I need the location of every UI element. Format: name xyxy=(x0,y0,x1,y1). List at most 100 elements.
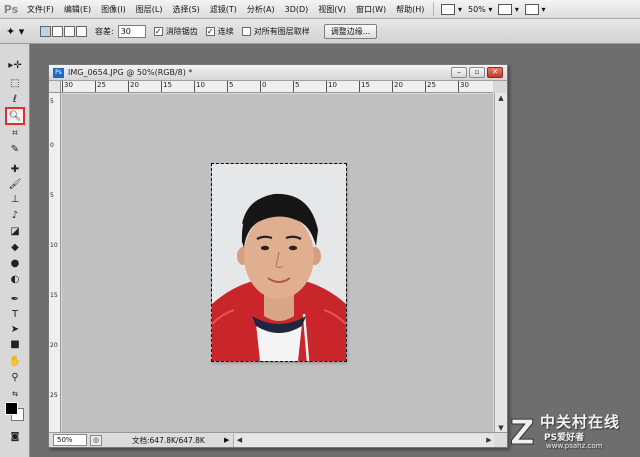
screen-mode-button[interactable]: ▾ xyxy=(438,2,465,17)
ruler-tick-label: 10 xyxy=(50,242,58,249)
menu-window[interactable]: 窗口(W) xyxy=(351,0,391,19)
document-canvas[interactable] xyxy=(62,94,493,433)
document-titlebar[interactable]: Ps IMG_0654.JPG @ 50%(RGB/8) * – ▫ ✕ xyxy=(49,65,507,81)
ruler-origin[interactable] xyxy=(49,81,61,93)
quick-mask-icon[interactable]: ◙ xyxy=(6,429,24,444)
foreground-color-swatch[interactable] xyxy=(5,402,18,415)
blur-icon[interactable]: ● xyxy=(6,256,24,271)
ruler-tick-label: 20 xyxy=(128,81,139,92)
ruler-tick-label: 30 xyxy=(458,81,469,92)
ruler-tick-label: 0 xyxy=(50,142,54,149)
minimize-button[interactable]: – xyxy=(451,67,467,78)
arrange-icon xyxy=(498,3,513,15)
eraser-icon[interactable]: ◪ xyxy=(6,224,24,239)
tolerance-input[interactable]: 30 xyxy=(117,24,146,38)
ruler-tick-label: 10 xyxy=(326,81,337,92)
scroll-left-icon[interactable]: ◀ xyxy=(234,435,244,445)
dodge-icon[interactable]: ◐ xyxy=(6,272,24,287)
menu-layer[interactable]: 图层(L) xyxy=(131,0,168,19)
magic-wand-icon: 🔍︎ xyxy=(8,110,22,122)
ruler-tick-label: 30 xyxy=(62,81,73,92)
sample-all-layers-checkbox[interactable]: 对所有图层取样 xyxy=(241,26,310,37)
ruler-tick-label: 5 xyxy=(292,81,300,92)
checkbox-unchecked-icon xyxy=(241,26,251,36)
menu-filter[interactable]: 滤镜(T) xyxy=(205,0,242,19)
vertical-scrollbar[interactable]: ▲ ▼ xyxy=(494,93,507,433)
extras-button[interactable]: ▾ xyxy=(522,2,549,17)
lasso-icon[interactable]: ℓ xyxy=(6,92,24,107)
swap-colors-icon[interactable]: ⇆ xyxy=(6,386,24,401)
sample-all-label: 对所有图层取样 xyxy=(253,26,310,36)
ruler-tick-label: 25 xyxy=(95,81,106,92)
vertical-ruler[interactable]: 5 0 5 10 15 20 25 xyxy=(49,93,61,433)
clone-stamp-icon[interactable]: ⊥ xyxy=(6,192,24,207)
brush-icon[interactable]: 🖌︎ xyxy=(6,177,24,192)
history-brush-icon[interactable]: ♪ xyxy=(6,208,24,223)
checkbox-checked-icon: ✓ xyxy=(153,26,163,36)
status-menu-arrow-icon[interactable]: ▶ xyxy=(224,436,229,444)
watermark-chinese-text: 中关村在线 xyxy=(540,413,621,431)
menu-image[interactable]: 图像(I) xyxy=(96,0,131,19)
screen-mode-icon xyxy=(441,3,456,15)
checkbox-checked-icon: ✓ xyxy=(205,26,215,36)
marquee-icon[interactable]: ⬚ xyxy=(6,76,24,91)
ruler-tick-label: 10 xyxy=(194,81,205,92)
scroll-up-icon[interactable]: ▲ xyxy=(496,93,506,103)
add-selection-icon[interactable] xyxy=(52,25,63,37)
zoom-icon[interactable]: ⚲ xyxy=(6,370,24,385)
restore-button[interactable]: ▫ xyxy=(469,67,485,78)
new-selection-icon[interactable] xyxy=(40,25,51,37)
arrange-documents-button[interactable]: ▾ xyxy=(495,2,522,17)
menu-bar: Ps 文件(F) 编辑(E) 图像(I) 图层(L) 选择(S) 滤镜(T) 分… xyxy=(0,0,640,19)
pen-icon[interactable]: ✒ xyxy=(6,292,24,307)
move-icon[interactable]: ▸✛ xyxy=(6,58,24,73)
hand-icon[interactable]: ✋ xyxy=(6,354,24,369)
menu-file[interactable]: 文件(F) xyxy=(22,0,59,19)
portrait-photo[interactable] xyxy=(212,164,346,361)
refine-edge-button[interactable]: 调整边缘... xyxy=(323,23,378,39)
contiguous-checkbox[interactable]: ✓ 连续 xyxy=(205,26,234,37)
menu-select[interactable]: 选择(S) xyxy=(167,0,204,19)
shape-icon[interactable]: ■ xyxy=(6,337,24,352)
document-size-info: 文档:647.8K/647.8K xyxy=(132,435,205,445)
menu-3d[interactable]: 3D(D) xyxy=(280,0,314,19)
ruler-tick-label: 20 xyxy=(392,81,403,92)
zoom-dropdown[interactable]: 50% ▾ xyxy=(465,2,495,17)
horizontal-ruler[interactable]: 30 25 20 15 10 5 0 5 10 15 20 25 30 xyxy=(61,81,493,93)
scroll-right-icon[interactable]: ▶ xyxy=(484,435,494,445)
subtract-selection-icon[interactable] xyxy=(64,25,75,37)
status-info-icon[interactable]: ◎ xyxy=(90,434,102,446)
options-bar: ✦ ▾ 容差: 30 ✓ 消除锯齿 ✓ 连续 对所有图层取样 调整边缘... xyxy=(0,19,640,44)
type-icon[interactable]: T xyxy=(6,307,24,322)
status-zoom-field[interactable]: 50% xyxy=(53,434,87,446)
close-button[interactable]: ✕ xyxy=(487,67,503,78)
menu-analysis[interactable]: 分析(A) xyxy=(242,0,280,19)
ruler-tick-label: 15 xyxy=(50,292,58,299)
antialias-label: 消除锯齿 xyxy=(165,26,198,36)
spot-healing-icon[interactable]: ✚ xyxy=(6,162,24,177)
antialias-checkbox[interactable]: ✓ 消除锯齿 xyxy=(153,26,198,37)
crop-icon[interactable]: ⌗ xyxy=(6,126,24,141)
document-window: Ps IMG_0654.JPG @ 50%(RGB/8) * – ▫ ✕ 30 … xyxy=(48,64,508,448)
svg-text:Z: Z xyxy=(510,413,535,452)
document-title: IMG_0654.JPG @ 50%(RGB/8) * xyxy=(68,68,193,77)
menu-help[interactable]: 帮助(H) xyxy=(391,0,429,19)
document-window-controls: – ▫ ✕ xyxy=(451,67,503,78)
ruler-tick-label: 5 xyxy=(50,192,54,199)
contiguous-label: 连续 xyxy=(217,26,234,36)
horizontal-scrollbar[interactable]: ◀ ▶ xyxy=(233,433,494,447)
document-status-bar: 50% ◎ 文档:647.8K/647.8K ▶ ◀ ▶ xyxy=(49,432,507,447)
tools-panel: ▸✛ ⬚ ℓ 🔍︎ ⌗ ✎ ✚ 🖌︎ ⊥ ♪ ◪ ◆ ● ◐ ✒ T ➤ ■ ✋… xyxy=(0,44,30,457)
eyedropper-icon[interactable]: ✎ xyxy=(6,142,24,157)
ruler-tick-label: 25 xyxy=(425,81,436,92)
tool-preset-picker[interactable]: ✦ ▾ xyxy=(6,22,34,41)
menu-edit[interactable]: 编辑(E) xyxy=(59,0,96,19)
ruler-tick-label: 25 xyxy=(50,392,58,399)
menu-view[interactable]: 视图(V) xyxy=(313,0,351,19)
zoom-level: 50% xyxy=(468,4,486,14)
path-selection-icon[interactable]: ➤ xyxy=(6,322,24,337)
intersect-selection-icon[interactable] xyxy=(76,25,87,37)
ruler-tick-label: 15 xyxy=(161,81,172,92)
magic-wand-tool-button[interactable]: 🔍︎ xyxy=(5,107,25,125)
paint-bucket-icon[interactable]: ◆ xyxy=(6,240,24,255)
